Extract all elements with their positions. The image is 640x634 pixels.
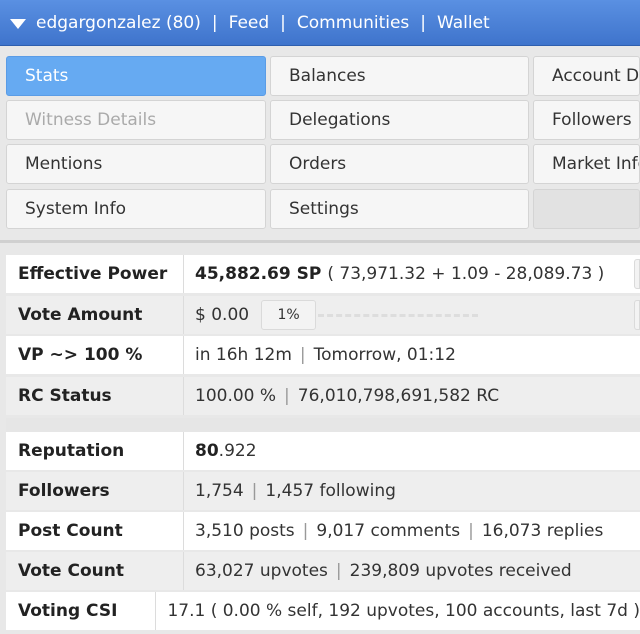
row-value: in 16h 12m | Tomorrow, 01:12	[184, 345, 456, 365]
following-count: 1,457 following	[265, 481, 396, 501]
tab-empty-slot	[533, 189, 640, 229]
row-label: Voting CSI	[6, 592, 157, 630]
rc-amount: 76,010,798,691,582 RC	[297, 386, 500, 406]
voting-csi-value: 17.1 ( 0.00 % self, 192 upvotes, 100 acc…	[167, 601, 640, 621]
row-label: RC Status	[6, 377, 184, 415]
table-row-reputation: Reputation 80.922	[6, 432, 640, 470]
user-menu-link[interactable]: edgargonzalez (80)	[36, 13, 201, 33]
followers-count: 1,754	[195, 481, 244, 501]
tab-settings[interactable]: Settings	[270, 189, 529, 229]
tab-followers[interactable]: Followers	[533, 100, 640, 140]
table-row-vote-count: Vote Count 63,027 upvotes | 239,809 upvo…	[6, 552, 640, 590]
row-label: VP ~> 100 %	[6, 336, 184, 374]
value-separator: |	[335, 561, 342, 581]
value-separator: |	[468, 521, 474, 541]
table-spacer	[6, 418, 640, 432]
tab-orders[interactable]: Orders	[270, 144, 529, 184]
nav-separator: |	[420, 12, 427, 33]
row-label: Vote Amount	[6, 296, 184, 334]
row-value: 80.922	[184, 441, 257, 461]
tab-delegations[interactable]: Delegations	[270, 100, 529, 140]
table-row-voting-csi: Voting CSI 17.1 ( 0.00 % self, 192 upvot…	[6, 592, 640, 630]
value-separator: |	[284, 386, 290, 406]
dropdown-triangle-icon[interactable]	[10, 18, 26, 29]
row-label: Post Count	[6, 512, 184, 550]
vp-eta: in 16h 12m	[195, 345, 292, 365]
table-row-rc-status: RC Status 100.00 % | 76,010,798,691,582 …	[6, 377, 640, 415]
upvotes-received-count: 239,809 upvotes received	[349, 561, 572, 581]
tab-witness-details: Witness Details	[6, 100, 266, 140]
replies-count: 16,073 replies	[481, 521, 604, 541]
reputation-decimal: .922	[218, 441, 257, 461]
section-divider	[0, 240, 640, 243]
value-separator: |	[302, 521, 309, 541]
row-label: Vote Count	[6, 552, 184, 590]
posts-count: 3,510 posts	[195, 521, 295, 541]
nav-separator: |	[211, 12, 218, 33]
row-label: Reputation	[6, 432, 184, 470]
vote-weight-slider-handle[interactable]: 1%	[261, 300, 317, 330]
table-row-vote-amount: Vote Amount $ 0.00 1%	[6, 296, 640, 334]
row-value: 45,882.69 SP ( 73,971.32 + 1.09 - 28,089…	[184, 264, 604, 284]
table-row-followers: Followers 1,754 | 1,457 following	[6, 472, 640, 510]
tab-mentions[interactable]: Mentions	[6, 144, 266, 184]
table-row-effective-power: Effective Power 45,882.69 SP ( 73,971.32…	[6, 255, 640, 293]
nav-feed-link[interactable]: Feed	[229, 13, 270, 33]
row-value: 63,027 upvotes | 239,809 upvotes receive…	[184, 561, 572, 581]
top-nav-bar: edgargonzalez (80) | Feed | Communities …	[0, 0, 640, 46]
vote-amount-value: $ 0.00	[195, 305, 250, 325]
table-row-post-count: Post Count 3,510 posts | 9,017 comments …	[6, 512, 640, 550]
row-value: $ 0.00 1%	[184, 300, 479, 330]
row-value: 100.00 % | 76,010,798,691,582 RC	[184, 386, 499, 406]
effective-sp-breakdown: ( 73,971.32 + 1.09 - 28,089.73 )	[327, 264, 605, 284]
row-label: Effective Power	[6, 255, 184, 293]
effective-sp-value: 45,882.69 SP	[195, 264, 322, 284]
row-label: Followers	[6, 472, 184, 510]
reputation-integer: 80	[195, 441, 219, 461]
table-row-vp: VP ~> 100 % in 16h 12m | Tomorrow, 01:12	[6, 336, 640, 374]
vp-full-time: Tomorrow, 01:12	[313, 345, 456, 365]
row-value: 3,510 posts | 9,017 comments | 16,073 re…	[184, 521, 603, 541]
value-separator: |	[299, 345, 306, 365]
row-value: 17.1 ( 0.00 % self, 192 upvotes, 100 acc…	[156, 601, 640, 621]
value-separator: |	[251, 481, 258, 501]
nav-wallet-link[interactable]: Wallet	[437, 13, 490, 33]
nav-communities-link[interactable]: Communities	[297, 13, 409, 33]
rc-percent: 100.00 %	[195, 386, 277, 406]
tab-balances[interactable]: Balances	[270, 56, 529, 96]
tab-account-details[interactable]: Account Details	[533, 56, 640, 96]
tab-market-info[interactable]: Market Info	[533, 144, 640, 184]
power-toggle-button[interactable]	[634, 259, 640, 289]
vote-weight-slider-track[interactable]	[318, 313, 479, 317]
comments-count: 9,017 comments	[316, 521, 461, 541]
tab-stats[interactable]: Stats	[6, 56, 266, 96]
upvotes-count: 63,027 upvotes	[195, 561, 328, 581]
row-value: 1,754 | 1,457 following	[184, 481, 396, 501]
section-tabs: Stats Balances Account Details Witness D…	[0, 50, 640, 240]
vote-weight-button[interactable]	[634, 300, 640, 330]
tab-system-info[interactable]: System Info	[6, 189, 266, 229]
nav-separator: |	[280, 12, 286, 33]
